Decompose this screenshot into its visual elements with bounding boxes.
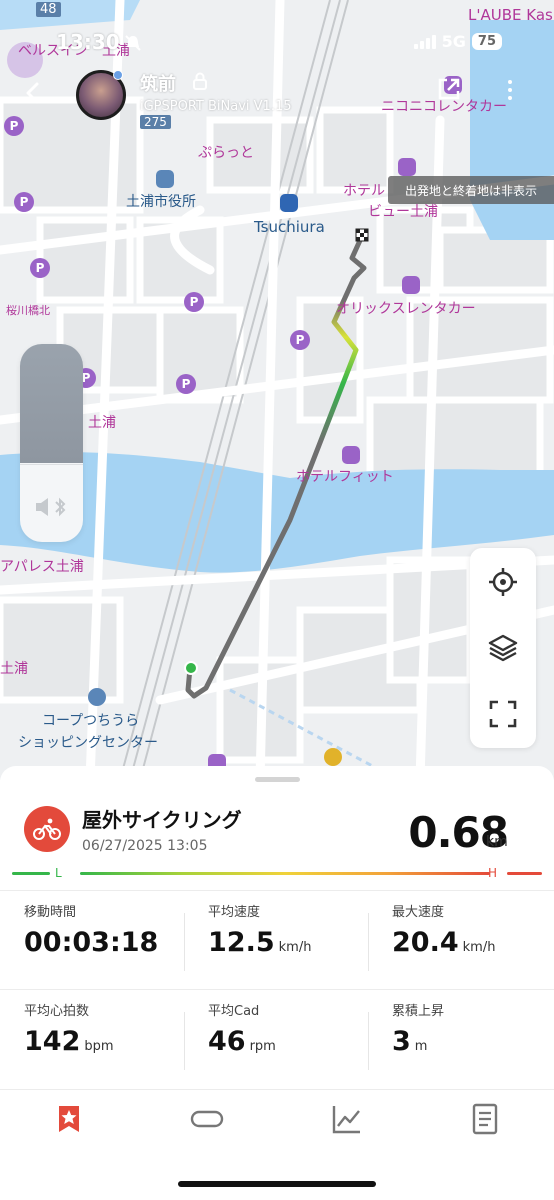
lock-icon [193,72,207,90]
parking-icon: P [176,374,196,394]
loop-icon[interactable] [190,1102,224,1136]
map-label: ニコニコレンタカー [381,99,507,115]
finish-flag-icon [355,228,369,242]
parking-icon: P [14,192,34,212]
privacy-toast: 出発地と終着地は非表示 [388,176,554,204]
map-label: コープつちうら [42,713,140,729]
route-map[interactable]: P P P P P P P 48 L'AUBE Kas ベルスイン 土浦 275… [0,0,554,780]
map-label: ぷらっと [198,145,254,161]
shop-icon [324,748,342,766]
stats-row: 平均心拍数 142 bpm 平均Cad 46 rpm 累積上昇 3m [0,990,554,1090]
fullscreen-icon[interactable] [487,698,519,730]
map-label: 桜川橋北 [6,304,50,317]
distance-unit: km [486,834,508,850]
city-hall-icon [156,170,174,188]
parking-icon: P [184,292,204,312]
map-label: ホテル [343,183,385,199]
stat-moving-time: 移動時間 00:03:18 [24,905,159,958]
parking-icon: P [290,330,310,350]
more-menu-button[interactable] [500,80,520,106]
sheet-drag-handle[interactable] [255,777,300,782]
map-label: オリックスレンタカー [336,301,476,317]
car-rental-icon [402,276,420,294]
map-label: Tsuchiura [254,218,325,236]
status-time: 13:30 [56,30,120,54]
volume-hud[interactable] [20,344,83,542]
device-name: iGPSPORT BiNavi V1.15 [140,99,292,114]
speaker-bluetooth-icon [36,497,66,517]
legend-low-label: L [55,866,62,880]
map-label: L'AUBE Kas [468,6,553,24]
train-station-icon [280,194,298,212]
map-label: 土浦 [88,415,116,431]
silent-bell-icon [125,35,141,51]
shopping-icon [88,688,106,706]
home-indicator [178,1181,376,1187]
hotel-icon [398,158,416,176]
road-number-label: 275 [140,115,171,129]
hotel-icon [342,446,360,464]
stat-elevation-gain: 累積上昇 3m [392,1004,445,1057]
volume-level [20,344,83,463]
status-indicators: 5G 75 [413,32,502,51]
legend-high-label: H [488,866,498,880]
activity-datetime: 06/27/2025 13:05 [82,838,208,854]
road-number-label: 48 [36,2,61,17]
activity-title: 屋外サイクリング [82,808,242,832]
star-bookmark-icon[interactable] [52,1102,86,1136]
stats-grid: 移動時間 00:03:18 平均速度 12.5 km/h 最大速度 20.4 km/… [0,890,554,1090]
avatar-badge [113,70,123,80]
document-icon[interactable] [468,1102,502,1136]
parking-icon: P [4,116,24,136]
cycling-icon [24,806,70,852]
share-button[interactable] [436,76,462,102]
back-button[interactable] [18,78,48,108]
crosshair-icon[interactable] [487,566,519,598]
map-label: 土浦市役所 [126,194,196,210]
map-label: アパレス土浦 [0,559,84,575]
parking-icon: P [30,258,50,278]
user-name: 筑前 [140,74,176,95]
stat-max-speed: 最大速度 20.4 km/h [392,905,496,958]
start-marker [184,661,198,675]
stat-avg-cadence: 平均Cad 46 rpm [208,1004,276,1057]
stats-row: 移動時間 00:03:18 平均速度 12.5 km/h 最大速度 20.4 km/… [0,890,554,990]
map-label: 土浦 [0,661,28,677]
bottom-tab-bar [0,1090,554,1150]
legend-gradient [80,872,490,875]
map-label: ホテルフィット [296,469,394,485]
map-label: ビュー土浦 [368,204,438,220]
layers-icon[interactable] [487,632,519,664]
stat-avg-heart-rate: 平均心拍数 142 bpm [24,1004,114,1057]
stat-avg-speed: 平均速度 12.5 km/h [208,905,312,958]
map-controls [470,548,536,748]
chart-icon[interactable] [330,1102,364,1136]
battery-indicator: 75 [471,33,502,50]
signal-icon [413,34,436,49]
map-label: ショッピングセンター [18,735,158,751]
speed-legend: L H [12,866,542,886]
network-label: 5G [441,32,466,51]
